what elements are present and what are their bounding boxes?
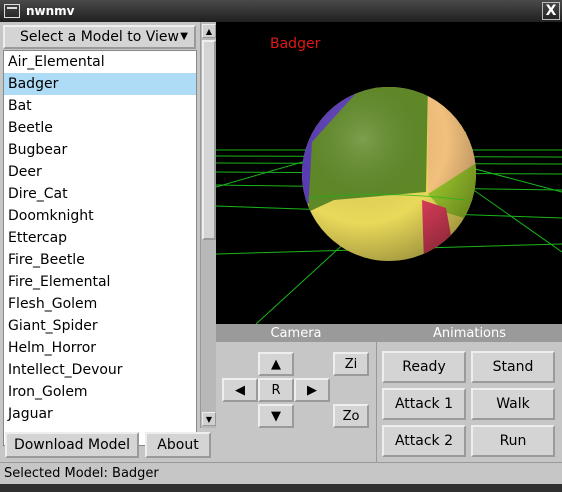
model-list-item[interactable]: Jaguar — [4, 403, 196, 425]
camera-right-icon[interactable]: ▶ — [294, 378, 330, 402]
scroll-down-icon[interactable]: ▼ — [202, 412, 216, 426]
camera-header: Camera — [216, 324, 376, 342]
chevron-down-icon: ▼ — [180, 31, 188, 42]
anim-walk-button[interactable]: Walk — [471, 388, 555, 420]
model-list-item[interactable]: Fire_Beetle — [4, 249, 196, 271]
model-list-item[interactable]: Intellect_Devour — [4, 359, 196, 381]
model-list-item[interactable]: Deer — [4, 161, 196, 183]
zoom-in-button[interactable]: Zi — [333, 352, 369, 376]
camera-down-icon[interactable]: ▼ — [258, 404, 294, 428]
window-menu-icon[interactable] — [4, 4, 20, 18]
anim-ready-button[interactable]: Ready — [382, 351, 466, 383]
camera-left-icon[interactable]: ◀ — [222, 378, 258, 402]
viewport-scene — [216, 87, 562, 324]
anim-attack2-button[interactable]: Attack 2 — [382, 425, 466, 457]
about-button[interactable]: About — [145, 432, 211, 458]
anim-run-button[interactable]: Run — [471, 425, 555, 457]
model-list-item[interactable]: Air_Elemental — [4, 51, 196, 73]
camera-up-icon[interactable]: ▲ — [258, 352, 294, 376]
scroll-up-icon[interactable]: ▲ — [202, 24, 216, 38]
model-list-item[interactable]: Ettercap — [4, 227, 196, 249]
model-list-item[interactable]: Iron_Golem — [4, 381, 196, 403]
model-list-scrollbar[interactable]: ▲ ▼ — [200, 22, 216, 428]
anim-attack1-button[interactable]: Attack 1 — [382, 388, 466, 420]
status-bar: Selected Model: Badger — [0, 462, 562, 484]
model-list-item[interactable]: Dire_Cat — [4, 183, 196, 205]
download-model-button[interactable]: Download Model — [5, 432, 139, 458]
model-list-item[interactable]: Beetle — [4, 117, 196, 139]
anim-stand-button[interactable]: Stand — [471, 351, 555, 383]
model-list-item[interactable]: Helm_Horror — [4, 337, 196, 359]
left-button-row: Download Model About — [0, 428, 216, 462]
model-list[interactable]: Air_Elemental Badger Bat Beetle Bugbear Deer D… — [3, 50, 197, 446]
title-bar: nwnmv X — [0, 0, 562, 22]
controls-panel: Camera Animations ▲ ◀ R ▶ ▼ Zi Zo Ready … — [216, 324, 562, 462]
animations-header: Animations — [377, 324, 562, 342]
model-list-item[interactable]: Bat — [4, 95, 196, 117]
model-select-label: Select a Model to View — [20, 29, 179, 45]
model-select-dropdown[interactable]: Select a Model to View ▼ — [3, 25, 196, 49]
model-list-item[interactable]: Fire_Elemental — [4, 271, 196, 293]
model-list-item[interactable]: Badger — [4, 73, 196, 95]
scroll-thumb[interactable] — [202, 40, 216, 240]
model-viewport[interactable]: Badger — [216, 22, 562, 324]
camera-reset-button[interactable]: R — [258, 378, 294, 402]
model-panel: Select a Model to View ▼ Air_Elemental Ba… — [0, 22, 216, 462]
window-title: nwnmv — [26, 4, 75, 18]
model-list-item[interactable]: Bugbear — [4, 139, 196, 161]
zoom-out-button[interactable]: Zo — [333, 404, 369, 428]
controls-divider — [376, 324, 377, 462]
model-list-item[interactable]: Giant_Spider — [4, 315, 196, 337]
bottom-edge — [0, 484, 562, 492]
model-list-item[interactable]: Flesh_Golem — [4, 293, 196, 315]
close-icon[interactable]: X — [542, 2, 560, 20]
model-list-item[interactable]: Doomknight — [4, 205, 196, 227]
model-name-label: Badger — [270, 36, 321, 52]
